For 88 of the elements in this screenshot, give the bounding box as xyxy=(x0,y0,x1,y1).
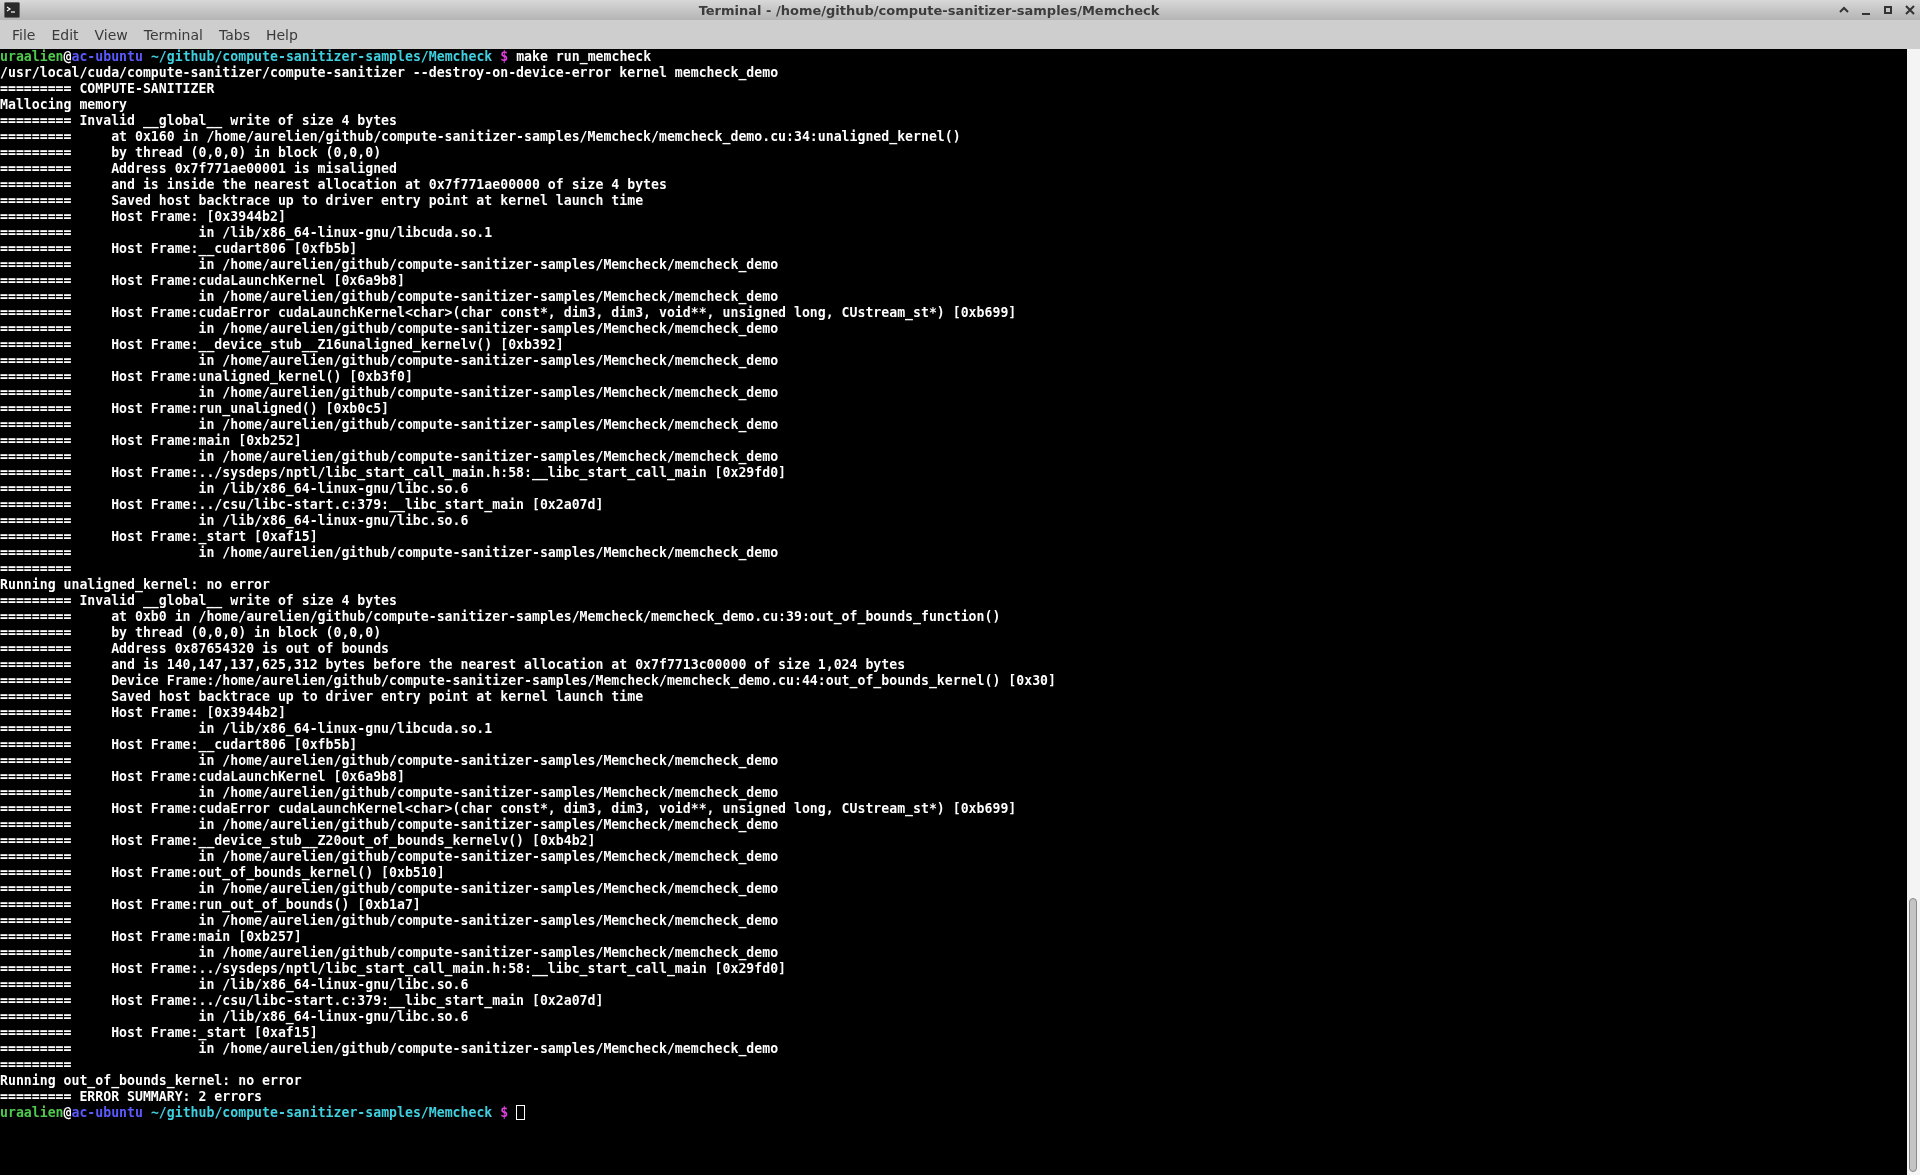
output-line: ========= in /home/aurelien/github/compute-sanitizer-samples/Memcheck/memcheck_demo xyxy=(0,913,779,928)
output-line: ========= at 0xb0 in /home/aurelien/github/compute-sanitizer-samples/Memcheck/memcheck_demo.cu:39:out_of_bounds_function() xyxy=(0,609,1001,624)
output-line: ========= Host Frame: [0x3944b2] xyxy=(0,705,286,720)
output-line: ========= Host Frame:../sysdeps/nptl/libc_start_call_main.h:58:__libc_start_call_main [0x29fd0] xyxy=(0,465,786,480)
output-line: ========= and is inside the nearest allocation at 0x7f771ae00000 of size 4 bytes xyxy=(0,177,667,192)
output-line: ========= Host Frame:__cudart806 [0xfb5b] xyxy=(0,241,358,256)
menu-item[interactable]: File xyxy=(4,26,44,43)
output-line: ========= in /home/aurelien/github/compute-sanitizer-samples/Memcheck/memcheck_demo xyxy=(0,753,779,768)
prompt-at: @ xyxy=(63,1105,72,1120)
output-line: ========= and is 140,147,137,625,312 bytes before the nearest allocation at 0x7f7713c00000 of size 1,024 bytes xyxy=(0,657,906,672)
output-line: ========= Address 0x87654320 is out of bounds xyxy=(0,641,390,656)
scrollbar[interactable] xyxy=(1907,49,1920,1175)
output-line: ========= xyxy=(0,561,72,576)
output-line: ========= Host Frame:out_of_bounds_kernel() [0xb510] xyxy=(0,865,445,880)
command-text: make run_memcheck xyxy=(516,49,652,64)
menu-item[interactable]: Help xyxy=(257,26,306,43)
terminal-icon xyxy=(4,2,20,18)
output-line: ========= Host Frame:main [0xb257] xyxy=(0,929,302,944)
output-line: ========= Address 0x7f771ae00001 is misaligned xyxy=(0,161,397,176)
output-line: ========= by thread (0,0,0) in block (0,0,0) xyxy=(0,625,382,640)
menu-item[interactable]: Edit xyxy=(43,26,87,43)
output-line: ========= COMPUTE-SANITIZER xyxy=(0,81,215,96)
menu-item[interactable]: Tabs xyxy=(210,26,258,43)
output-line: ========= Host Frame:main [0xb252] xyxy=(0,433,302,448)
menu-item[interactable]: View xyxy=(86,26,136,43)
output-line: ========= in /home/aurelien/github/compute-sanitizer-samples/Memcheck/memcheck_demo xyxy=(0,545,779,560)
prompt-path: ~/github/compute-sanitizer-samples/Memcheck xyxy=(150,49,493,64)
output-line: ========= in /lib/x86_64-linux-gnu/libc.so.6 xyxy=(0,481,469,496)
output-line: ========= Host Frame:cudaError cudaLaunchKernel<char>(char const*, dim3, dim3, void**, unsigned long, CUstream_st*) [0xb699] xyxy=(0,801,1017,816)
output-line: ========= Host Frame:__device_stub__Z20out_of_bounds_kernelv() [0xb4b2] xyxy=(0,833,596,848)
output-line: ========= in /home/aurelien/github/compute-sanitizer-samples/Memcheck/memcheck_demo xyxy=(0,417,779,432)
output-line: ========= Host Frame: [0x3944b2] xyxy=(0,209,286,224)
prompt-at: @ xyxy=(63,49,72,64)
output-line: ========= in /home/aurelien/github/compute-sanitizer-samples/Memcheck/memcheck_demo xyxy=(0,257,779,272)
maximize-icon[interactable] xyxy=(1882,4,1894,16)
output-line: ========= in /home/aurelien/github/compute-sanitizer-samples/Memcheck/memcheck_demo xyxy=(0,1041,779,1056)
output-line: ========= Host Frame:__device_stub__Z16unaligned_kernelv() [0xb392] xyxy=(0,337,564,352)
prompt-symbol: $ xyxy=(500,49,509,64)
output-line: ========= in /home/aurelien/github/compute-sanitizer-samples/Memcheck/memcheck_demo xyxy=(0,353,779,368)
output-line: ========= Host Frame:__cudart806 [0xfb5b] xyxy=(0,737,358,752)
output-line: ========= Host Frame:run_out_of_bounds() [0xb1a7] xyxy=(0,897,421,912)
output-line: ========= in /lib/x86_64-linux-gnu/libcuda.so.1 xyxy=(0,225,493,240)
output-line: ========= Host Frame:cudaError cudaLaunchKernel<char>(char const*, dim3, dim3, void**, unsigned long, CUstream_st*) [0xb699] xyxy=(0,305,1017,320)
output-line: ========= in /home/aurelien/github/compute-sanitizer-samples/Memcheck/memcheck_demo xyxy=(0,321,779,336)
output-line: ========= Host Frame:_start [0xaf15] xyxy=(0,1025,318,1040)
window-title: Terminal - /home/github/compute-sanitizer-samples/Memcheck xyxy=(697,2,1161,18)
scrollbar-thumb[interactable] xyxy=(1909,898,1917,1172)
output-line: ========= in /home/aurelien/github/compute-sanitizer-samples/Memcheck/memcheck_demo xyxy=(0,385,779,400)
output-line: ========= Host Frame:_start [0xaf15] xyxy=(0,529,318,544)
output-line: ========= in /home/aurelien/github/compute-sanitizer-samples/Memcheck/memcheck_demo xyxy=(0,785,779,800)
output-line: ========= Saved host backtrace up to driver entry point at kernel launch time xyxy=(0,689,644,704)
output-line: ========= xyxy=(0,1057,72,1072)
output-line: Mallocing memory xyxy=(0,97,128,112)
output-line: ========= at 0x160 in /home/aurelien/github/compute-sanitizer-samples/Memcheck/memcheck_demo.cu:34:unaligned_kernel() xyxy=(0,129,961,144)
output-line: ========= in /home/aurelien/github/compute-sanitizer-samples/Memcheck/memcheck_demo xyxy=(0,289,779,304)
output-line: ========= in /lib/x86_64-linux-gnu/libcuda.so.1 xyxy=(0,721,493,736)
output-line: ========= ERROR SUMMARY: 2 errors xyxy=(0,1089,262,1104)
prompt-symbol: $ xyxy=(500,1105,509,1120)
output-line: ========= in /lib/x86_64-linux-gnu/libc.so.6 xyxy=(0,977,469,992)
output-line: ========= by thread (0,0,0) in block (0,0,0) xyxy=(0,145,382,160)
output-line: ========= Host Frame:../csu/libc-start.c:379:__libc_start_main [0x2a07d] xyxy=(0,497,604,512)
prompt-user: uraalien xyxy=(0,49,64,64)
output-line: ========= Invalid __global__ write of size 4 bytes xyxy=(0,113,397,128)
output-line: ========= in /lib/x86_64-linux-gnu/libc.so.6 xyxy=(0,513,469,528)
prompt-user: uraalien xyxy=(0,1105,64,1120)
output-line: ========= Host Frame:../csu/libc-start.c:379:__libc_start_main [0x2a07d] xyxy=(0,993,604,1008)
output-line: ========= Host Frame:unaligned_kernel() [0xb3f0] xyxy=(0,369,413,384)
output-line: ========= in /home/aurelien/github/compute-sanitizer-samples/Memcheck/memcheck_demo xyxy=(0,881,779,896)
output-line: ========= Host Frame:../sysdeps/nptl/libc_start_call_main.h:58:__libc_start_call_main [0x29fd0] xyxy=(0,961,786,976)
output-line: /usr/local/cuda/compute-sanitizer/compute-sanitizer --destroy-on-device-error kernel memcheck_demo xyxy=(0,65,779,80)
prompt-host: ac-ubuntu xyxy=(71,1105,143,1120)
output-line: ========= in /home/aurelien/github/compute-sanitizer-samples/Memcheck/memcheck_demo xyxy=(0,945,779,960)
output-line: ========= Host Frame:run_unaligned() [0xb0c5] xyxy=(0,401,390,416)
output-line: ========= Host Frame:cudaLaunchKernel [0x6a9b8] xyxy=(0,769,405,784)
output-line: Running unaligned_kernel: no error xyxy=(0,577,270,592)
output-line: ========= Saved host backtrace up to driver entry point at kernel launch time xyxy=(0,193,644,208)
prompt-host: ac-ubuntu xyxy=(71,49,143,64)
output-line: ========= Host Frame:cudaLaunchKernel [0x6a9b8] xyxy=(0,273,405,288)
output-line: ========= in /home/aurelien/github/compute-sanitizer-samples/Memcheck/memcheck_demo xyxy=(0,849,779,864)
output-line: ========= in /home/aurelien/github/compute-sanitizer-samples/Memcheck/memcheck_demo xyxy=(0,817,779,832)
output-line: ========= Device Frame:/home/aurelien/github/compute-sanitizer-samples/Memcheck/memcheck_demo.cu:44:out_of_bounds_kernel() [0x30] xyxy=(0,673,1056,688)
prompt-path: ~/github/compute-sanitizer-samples/Memcheck xyxy=(150,1105,493,1120)
output-line: ========= in /lib/x86_64-linux-gnu/libc.so.6 xyxy=(0,1009,469,1024)
close-icon[interactable] xyxy=(1904,4,1916,16)
menu-item[interactable]: Terminal xyxy=(135,26,211,43)
output-line: ========= Invalid __global__ write of size 4 bytes xyxy=(0,593,397,608)
output-line: Running out_of_bounds_kernel: no error xyxy=(0,1073,302,1088)
output-line: ========= in /home/aurelien/github/compute-sanitizer-samples/Memcheck/memcheck_demo xyxy=(0,449,779,464)
